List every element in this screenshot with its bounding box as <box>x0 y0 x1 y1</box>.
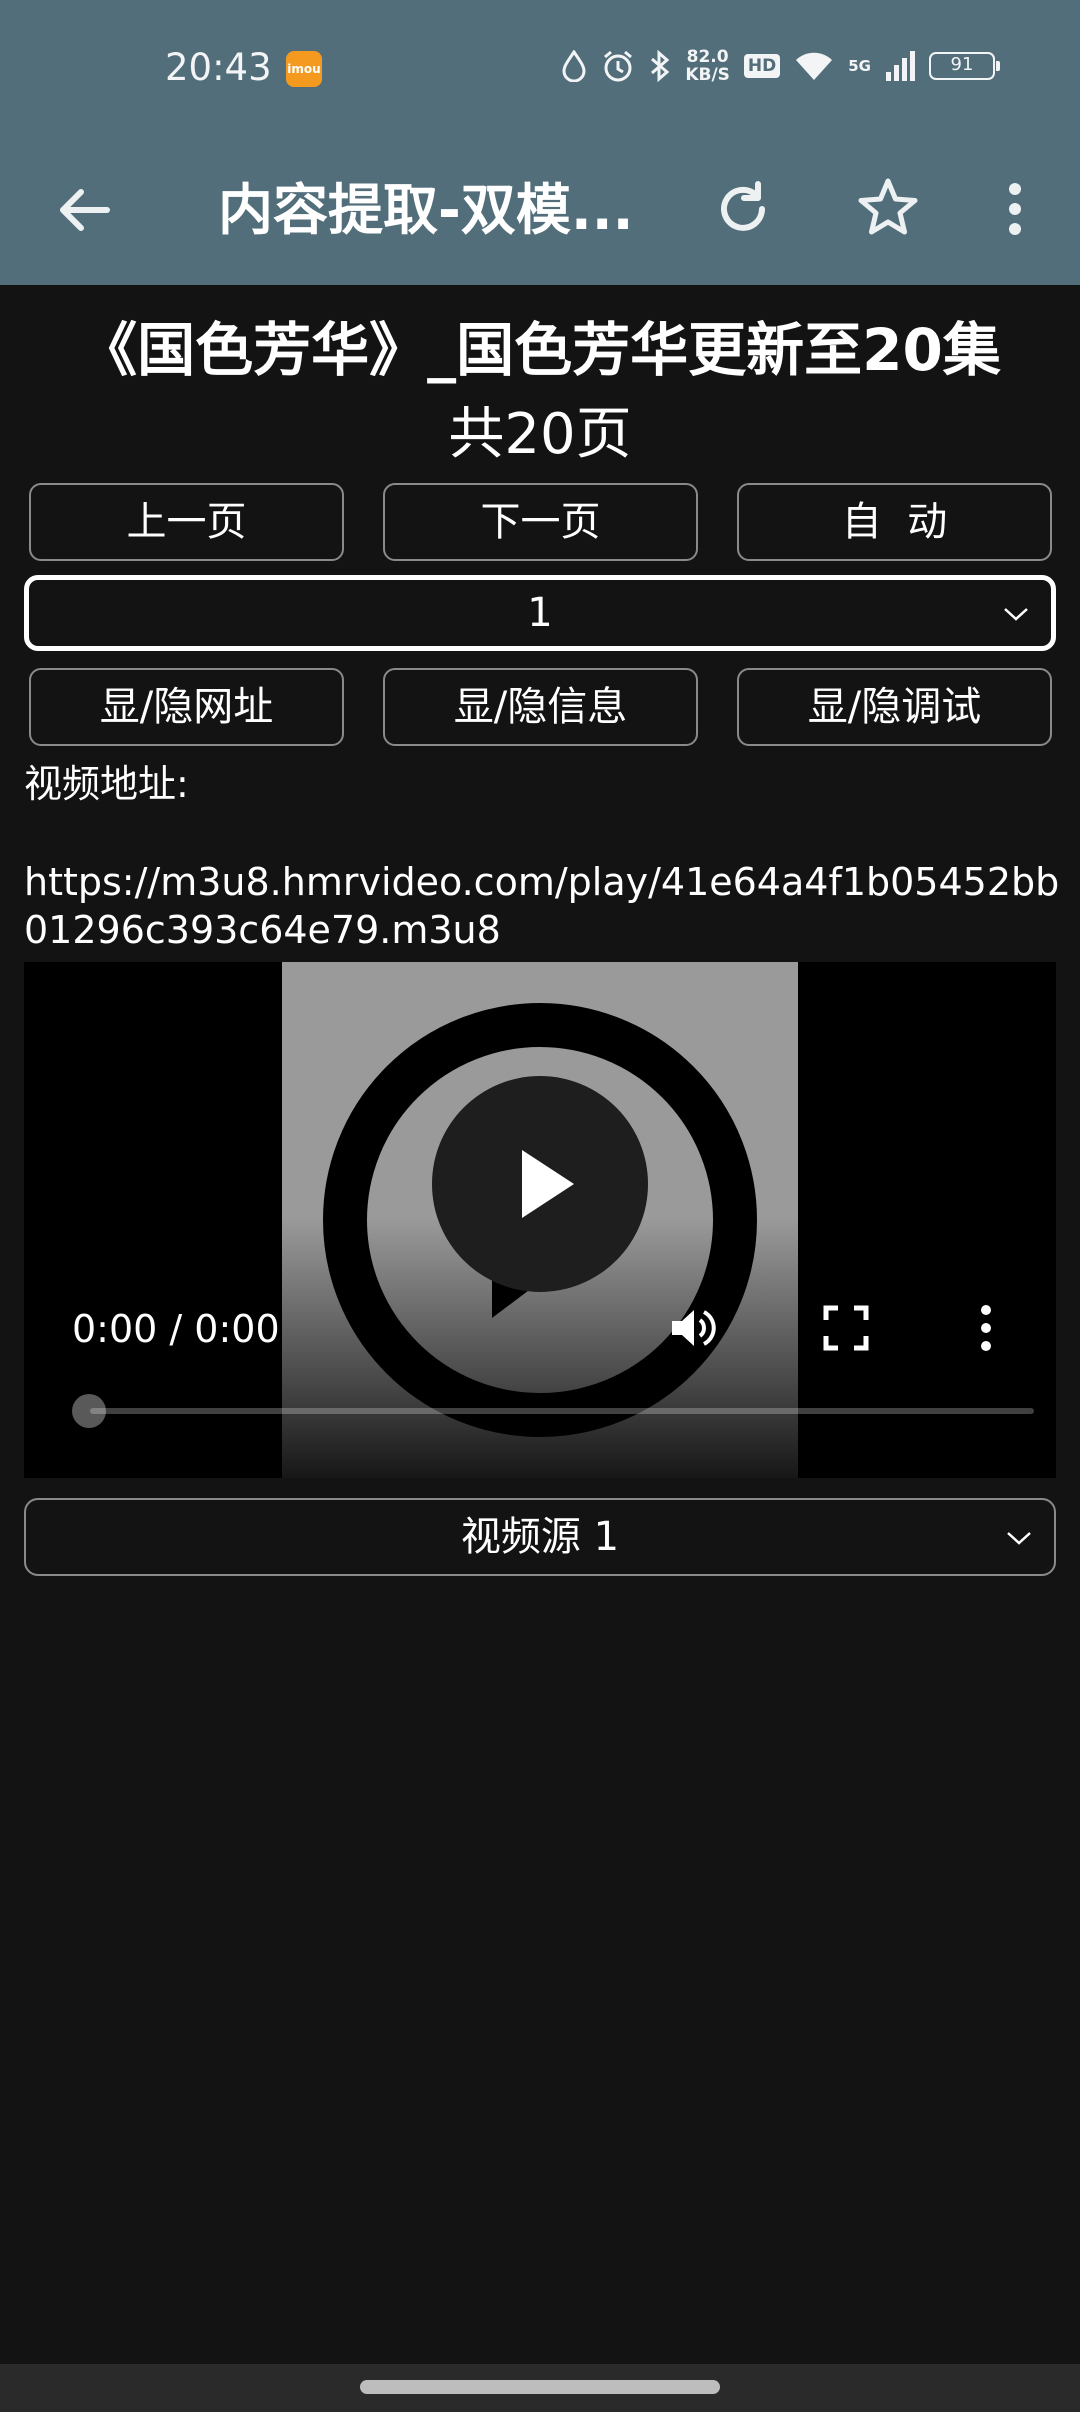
network-speed: 82.0 KB/S <box>685 47 730 85</box>
video-player[interactable]: 0:00 / 0:00 <box>24 962 1056 1478</box>
volume-icon[interactable] <box>664 1300 720 1356</box>
video-address-url: https://m3u8.hmrvideo.com/play/41e64a4f1… <box>24 860 1060 952</box>
video-progress-knob[interactable] <box>72 1394 106 1428</box>
chevron-down-icon <box>1004 608 1028 621</box>
hd-icon: HD <box>743 54 781 78</box>
video-more-icon[interactable] <box>976 1302 996 1354</box>
home-gesture-handle[interactable] <box>360 2380 720 2394</box>
toggle-info-button[interactable]: 显/隐信息 <box>383 668 698 746</box>
water-drop-icon <box>562 50 586 82</box>
chevron-down-icon <box>1007 1532 1031 1545</box>
next-page-button[interactable]: 下一页 <box>383 483 698 561</box>
play-icon <box>522 1150 574 1218</box>
prev-page-button[interactable]: 上一页 <box>29 483 344 561</box>
toolbar-title: 内容提取-双模... <box>218 178 634 242</box>
back-arrow-icon[interactable] <box>55 180 115 240</box>
page-title: 《国色芳华》_国色芳华更新至20集 <box>79 316 1001 384</box>
video-source-select[interactable]: 视频源 1 <box>24 1498 1056 1576</box>
video-time: 0:00 / 0:00 <box>72 1307 280 1351</box>
status-bar: 20:43 imou 82.0 KB/S HD 5G 91 <box>0 0 1080 140</box>
page-select-value: 1 <box>527 590 553 636</box>
auto-button[interactable]: 自 动 <box>737 483 1052 561</box>
star-icon[interactable] <box>855 175 921 241</box>
battery-icon: 91 <box>929 52 1000 80</box>
alarm-icon <box>604 50 633 82</box>
status-time: 20:43 <box>165 46 272 89</box>
wifi-icon <box>796 52 833 80</box>
bluetooth-icon <box>651 49 670 83</box>
refresh-icon[interactable] <box>710 176 776 242</box>
toggle-debug-button[interactable]: 显/隐调试 <box>737 668 1052 746</box>
page-select[interactable]: 1 <box>24 575 1056 651</box>
play-button[interactable] <box>432 1076 648 1292</box>
video-source-value: 视频源 1 <box>460 1514 620 1560</box>
imou-app-icon: imou <box>286 51 322 87</box>
page-count: 共20页 <box>448 402 632 467</box>
fullscreen-icon[interactable] <box>820 1302 872 1354</box>
signal-icon <box>886 51 915 81</box>
mobile-network-label: 5G <box>848 57 871 75</box>
more-menu-icon[interactable] <box>1000 176 1030 242</box>
app-toolbar: 内容提取-双模... <box>0 140 1080 285</box>
video-progress-bar[interactable] <box>90 1408 1034 1414</box>
toggle-url-button[interactable]: 显/隐网址 <box>29 668 344 746</box>
status-icons: 82.0 KB/S HD 5G 91 <box>561 46 1000 86</box>
video-address-label: 视频地址: <box>24 762 189 806</box>
system-navigation-bar <box>0 2364 1080 2412</box>
